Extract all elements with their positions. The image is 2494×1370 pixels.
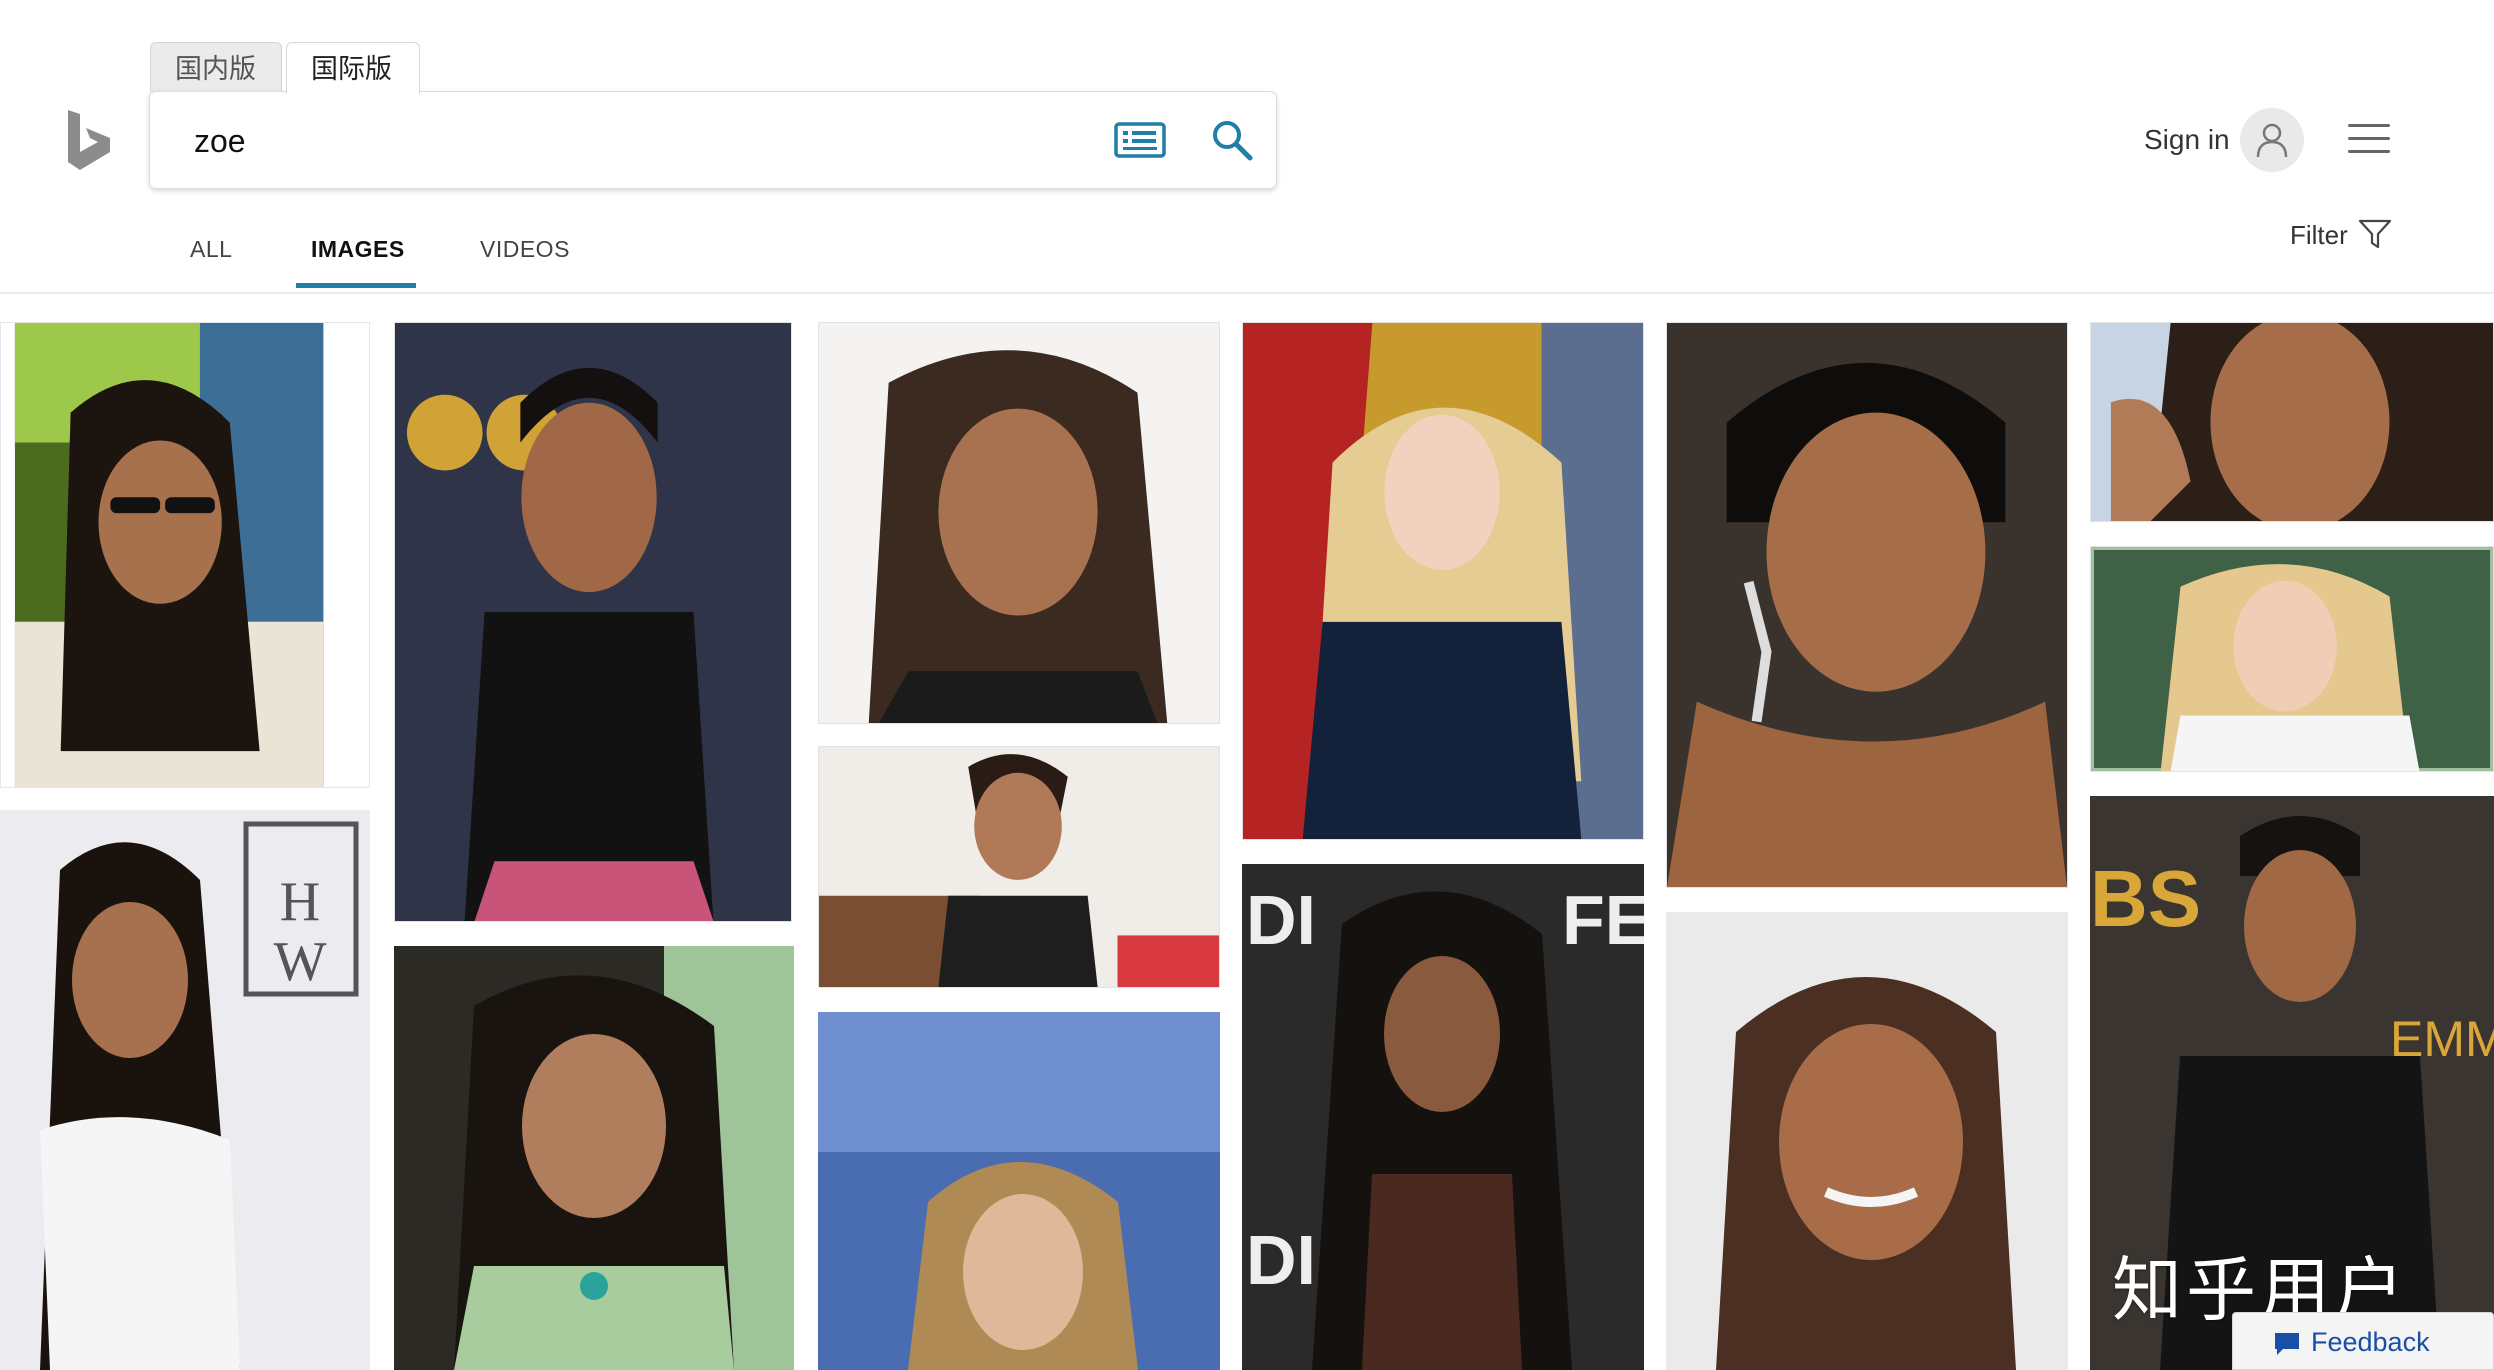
tab-all[interactable]: ALL (190, 236, 232, 263)
svg-text:BS: BS (2090, 854, 2201, 943)
svg-text:DI: DI (1246, 881, 1316, 959)
active-tab-indicator (296, 283, 416, 288)
hamburger-menu-icon[interactable] (2348, 124, 2390, 156)
image-result[interactable] (0, 322, 370, 788)
filter-button[interactable]: Filter (2290, 220, 2348, 251)
svg-text:DI: DI (1246, 1221, 1316, 1299)
feedback-chat-icon (2273, 1331, 2301, 1357)
svg-text:H: H (280, 871, 320, 933)
image-result[interactable] (394, 322, 792, 922)
search-input[interactable] (192, 114, 996, 168)
bing-logo-icon[interactable] (64, 108, 114, 172)
header-divider (0, 292, 2494, 294)
tab-international[interactable]: 国际版 (286, 42, 420, 94)
tab-domestic[interactable]: 国内版 (150, 42, 282, 92)
image-result[interactable]: DI FE DI (1242, 864, 1644, 1370)
keyboard-icon[interactable] (1114, 120, 1166, 160)
image-result[interactable]: H W (0, 810, 370, 1370)
svg-text:W: W (274, 931, 327, 993)
feedback-label: Feedback (2311, 1327, 2430, 1357)
image-result[interactable] (2090, 546, 2494, 772)
image-result[interactable] (1666, 322, 2068, 888)
image-result[interactable] (1666, 912, 2068, 1370)
search-icon[interactable] (1210, 118, 1254, 162)
tab-images[interactable]: IMAGES (311, 236, 405, 263)
image-result[interactable] (818, 322, 1220, 724)
image-result[interactable] (818, 746, 1220, 988)
image-result[interactable] (394, 946, 794, 1370)
search-box (150, 92, 1276, 188)
sign-in-link[interactable]: Sign in (2144, 124, 2230, 156)
image-result[interactable] (818, 1012, 1220, 1370)
filter-funnel-icon[interactable] (2358, 218, 2392, 250)
user-icon[interactable] (2240, 108, 2304, 172)
image-result[interactable] (2090, 322, 2494, 522)
svg-text:FE: FE (1562, 881, 1644, 959)
feedback-button[interactable]: Feedback (2232, 1312, 2494, 1370)
image-result[interactable] (1242, 322, 1644, 840)
tab-videos[interactable]: VIDEOS (480, 236, 570, 263)
